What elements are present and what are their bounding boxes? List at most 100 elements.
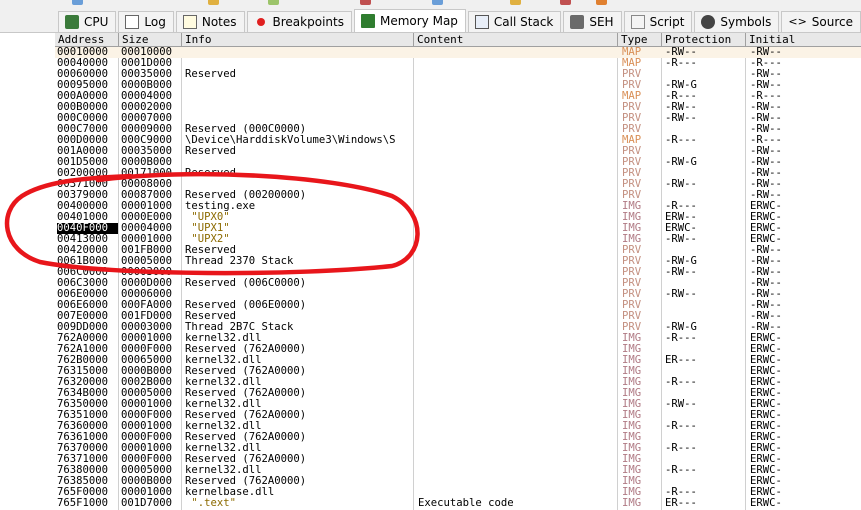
table-row[interactable]: 001D5000 0000B000 PRV -RW-G -RW-- [55,157,861,168]
cell-protection: ER--- [665,498,697,509]
toolbar-icon[interactable] [360,0,371,5]
cell-info: Reserved [185,69,237,80]
cell-size: 00001000 [121,333,173,344]
toolbar-icon[interactable] [208,0,219,5]
cell-size: 00009000 [121,124,173,135]
table-row[interactable]: 00040000 0001D000 MAP -R--- -R--- [55,58,861,69]
toolbar-icon[interactable] [432,0,443,5]
cell-protection: -R--- [665,443,697,454]
cell-info: \Device\HarddiskVolume3\Windows\S [185,135,396,146]
cell-protection: -R--- [665,333,697,344]
cell-address: 0061B000 [57,256,109,267]
table-row[interactable]: 006E0000 00006000 PRV -RW-- -RW-- [55,289,861,300]
table-row[interactable]: 76320000 0002B000 kernel32.dll IMG -R--- ERWC… [55,377,861,388]
column-header-address[interactable]: Address [55,33,119,46]
tab-seh[interactable]: SEH [563,11,622,32]
table-row[interactable]: 000C0000 00007000 PRV -RW-- -RW-- [55,113,861,124]
toolbar-icon[interactable] [560,0,571,5]
script-icon [630,15,645,29]
column-header-content[interactable]: Content [414,33,618,46]
cell-initial: ERWC- [750,421,782,432]
tab-breakpoints[interactable]: Breakpoints [246,11,352,32]
table-row[interactable]: 00095000 0000B000 PRV -RW-G -RW-- [55,80,861,91]
table-row[interactable]: 0040F000 00004000 "UPX1" IMG ERWC- ERWC- [55,223,861,234]
cell-type: IMG [622,487,642,498]
tab-label: Source [811,15,854,29]
table-row[interactable]: 001A0000 00035000 Reserved PRV -RW-- [55,146,861,157]
table-row[interactable]: 00400000 00001000 testing.exe IMG -R--- ERWC- [55,201,861,212]
table-row[interactable]: 00371000 00008000 PRV -RW-- -RW-- [55,179,861,190]
table-row[interactable]: 76360000 00001000 kernel32.dll IMG -R--- ERWC… [55,421,861,432]
tab-cpu[interactable]: CPU [58,11,117,32]
toolbar-icon[interactable] [596,0,607,5]
table-row[interactable]: 009DD000 00003000 Thread 2B7C Stack PRV -RW-… [55,322,861,333]
tab-call-stack[interactable]: Call Stack [467,11,562,32]
cell-info: Reserved [185,245,237,256]
table-row[interactable]: 000B0000 00002000 PRV -RW-- -RW-- [55,102,861,113]
memory-map-grid[interactable]: Address Size Info Content Type Protectio… [55,33,861,510]
cell-type: PRV [622,113,642,124]
table-row[interactable]: 00200000 00171000 Reserved PRV -RW-- [55,168,861,179]
table-row[interactable]: 765F0000 00001000 kernelbase.dll IMG -R--- ER… [55,487,861,498]
column-header-type[interactable]: Type [618,33,662,46]
table-row[interactable]: 0061B000 00005000 Thread 2370 Stack PRV -RW-… [55,256,861,267]
cell-type: MAP [622,47,642,58]
cell-initial: -R--- [750,91,782,102]
table-row[interactable]: 76370000 00001000 kernel32.dll IMG -R--- ERWC… [55,443,861,454]
tab-notes[interactable]: Notes [175,11,245,32]
table-row[interactable]: 00413000 00001000 "UPX2" IMG -RW-- ERWC- [55,234,861,245]
table-row[interactable]: 76350000 00001000 kernel32.dll IMG -RW-- ERWC… [55,399,861,410]
cell-initial: -RW-- [750,168,782,179]
tab-source[interactable]: <> Source [781,11,861,32]
cell-protection: -RW-- [665,113,697,124]
cell-type: IMG [622,355,642,366]
cell-type: PRV [622,102,642,113]
table-row[interactable]: 76371000 0000F000 Reserved (762A0000) IMG ER… [55,454,861,465]
table-row[interactable]: 76380000 00005000 kernel32.dll IMG -R--- ERWC… [55,465,861,476]
table-row[interactable]: 000A0000 00004000 MAP -R--- -R--- [55,91,861,102]
cell-info: ".text" [185,498,237,509]
table-row[interactable]: 76361000 0000F000 Reserved (762A0000) IMG ER… [55,432,861,443]
table-row[interactable]: 00379000 00087000 Reserved (00200000) PRV -R… [55,190,861,201]
column-header-protection[interactable]: Protection [662,33,746,46]
cell-address: 765F1000 [57,498,109,509]
toolbar-icon[interactable] [510,0,521,5]
table-row[interactable]: 76385000 0000B000 Reserved (762A0000) IMG ER… [55,476,861,487]
table-row[interactable]: 00420000 001FB000 Reserved PRV -RW-- [55,245,861,256]
cell-initial: ERWC- [750,399,782,410]
cell-protection: -RW-G [665,256,697,267]
column-header-info[interactable]: Info [182,33,414,46]
toolbar-icon[interactable] [268,0,279,5]
table-row[interactable]: 762A1000 0000F000 Reserved (762A0000) IMG ER… [55,344,861,355]
toolbar-icon[interactable] [72,0,83,5]
table-row[interactable]: 762A0000 00001000 kernel32.dll IMG -R--- ERWC… [55,333,861,344]
tab-memory-map[interactable]: Memory Map [353,9,466,32]
column-header-size[interactable]: Size [119,33,182,46]
tab-label: Symbols [720,15,772,29]
cell-type: IMG [622,234,642,245]
table-row[interactable]: 00401000 0000E000 "UPX0" IMG ERW-- ERWC- [55,212,861,223]
table-row[interactable]: 007E0000 001FD000 Reserved PRV -RW-- [55,311,861,322]
cell-size: 001FD000 [121,311,173,322]
table-row[interactable]: 000D0000 000C9000 \Device\HarddiskVolume3\… [55,135,861,146]
table-row[interactable]: 765F1000 001D7000 ".text" Executable code I… [55,498,861,509]
cell-address: 001A0000 [57,146,109,157]
cell-size: 00065000 [121,355,173,366]
tab-symbols[interactable]: Symbols [694,11,780,32]
table-row[interactable]: 000C7000 00009000 Reserved (000C0000) PRV -R… [55,124,861,135]
column-header-initial[interactable]: Initial [746,33,861,46]
table-row[interactable]: 006C0000 00003000 PRV -RW-- -RW-- [55,267,861,278]
tab-script[interactable]: Script [623,11,693,32]
cell-content: Executable code [418,498,514,509]
tab-log[interactable]: Log [118,11,174,32]
cell-initial: -RW-- [750,179,782,190]
table-row[interactable]: 76315000 0000B000 Reserved (762A0000) IMG ER… [55,366,861,377]
table-row[interactable]: 762B0000 00065000 kernel32.dll IMG ER--- ERWC… [55,355,861,366]
table-row[interactable]: 76351000 0000F000 Reserved (762A0000) IMG ER… [55,410,861,421]
table-row[interactable]: 006C3000 0000D000 Reserved (006C0000) PRV -R… [55,278,861,289]
cell-initial: -RW-- [750,113,782,124]
table-row[interactable]: 006E6000 000FA000 Reserved (006E0000) PRV -R… [55,300,861,311]
table-row[interactable]: 7634B000 00005000 Reserved (762A0000) IMG ER… [55,388,861,399]
table-row[interactable]: 00060000 00035000 Reserved PRV -RW-- [55,69,861,80]
table-row[interactable]: 00010000 00010000 MAP -RW-- -RW-- [55,47,861,58]
